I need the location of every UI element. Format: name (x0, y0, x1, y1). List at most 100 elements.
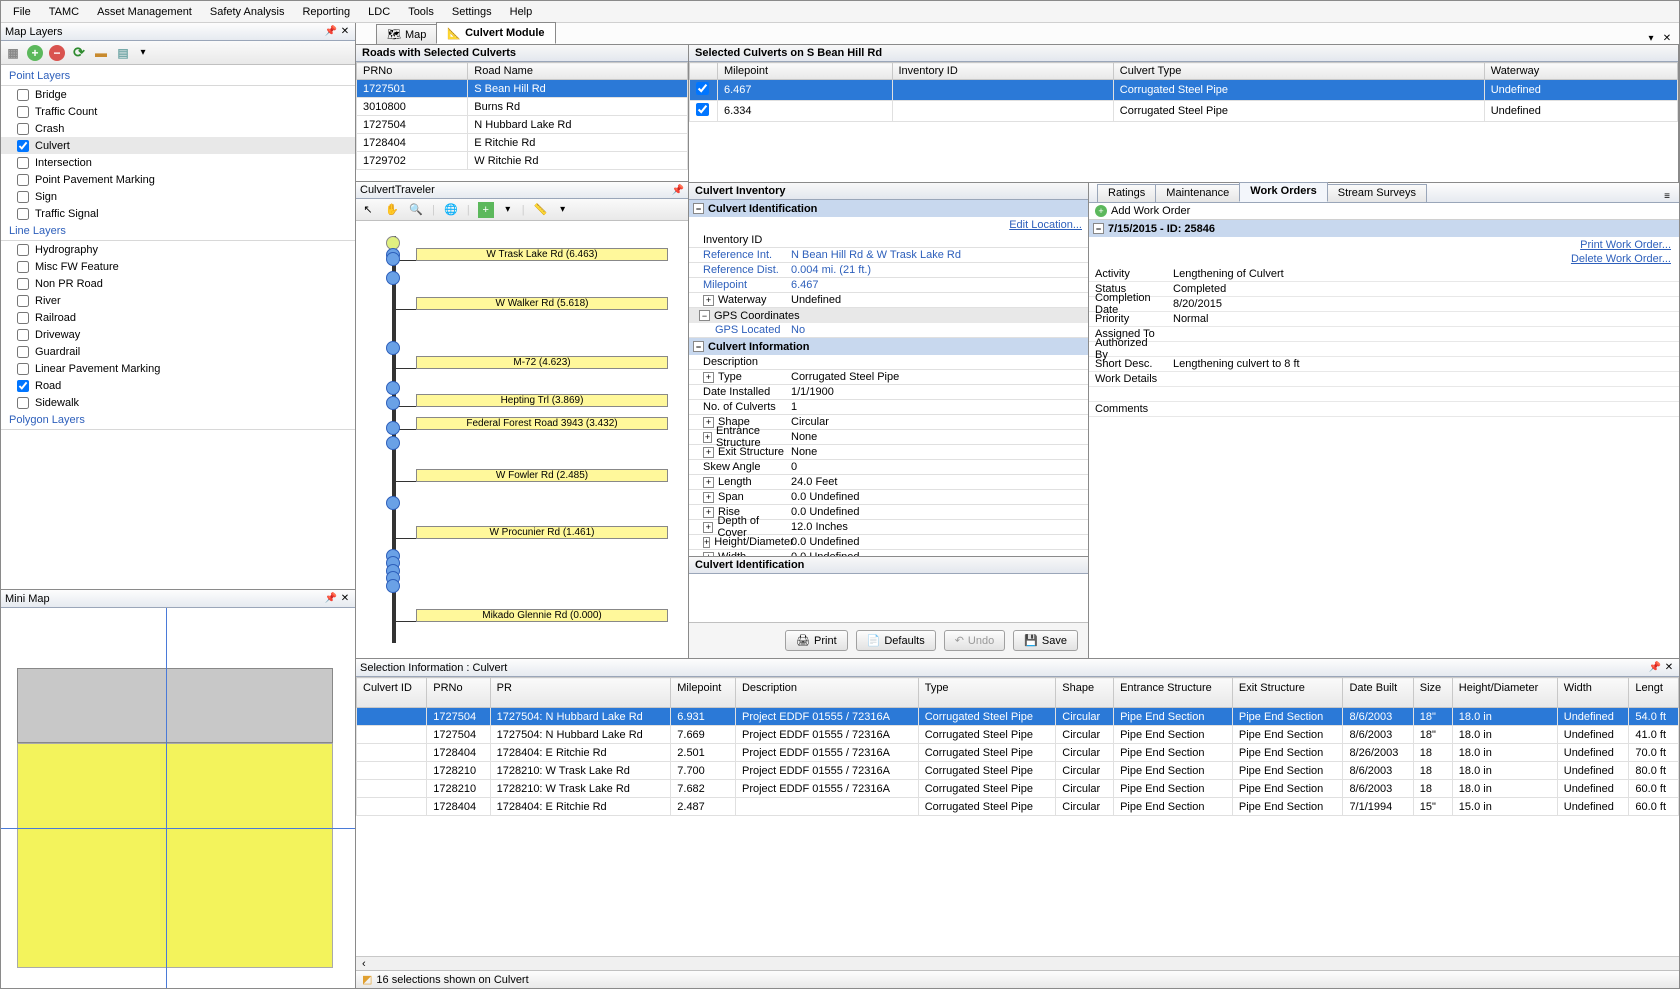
property-value[interactable]: N Bean Hill Rd & W Trask Lake Rd (787, 249, 1088, 261)
tab-menu-icon[interactable]: ▾ (1645, 32, 1657, 44)
expand-icon[interactable]: + (703, 372, 714, 383)
close-icon[interactable]: ✕ (339, 593, 351, 605)
tab-map[interactable]: 🗺 Map (376, 24, 437, 44)
collapse-icon[interactable]: − (693, 203, 704, 214)
wo-field-value[interactable]: Completed (1167, 282, 1679, 297)
pan-icon[interactable]: ✋ (384, 202, 400, 218)
column-header[interactable]: Lengt (1629, 678, 1679, 708)
column-header[interactable]: Culvert ID (357, 678, 427, 708)
layer-row[interactable]: River (1, 292, 355, 309)
wo-field-value[interactable]: Lengthening of Culvert (1167, 267, 1679, 282)
menu-tamc[interactable]: TAMC (41, 4, 87, 20)
col-waterway[interactable]: Waterway (1484, 63, 1677, 80)
tab-maintenance[interactable]: Maintenance (1155, 184, 1240, 202)
layer-row[interactable]: Bridge (1, 86, 355, 103)
property-value[interactable]: 24.0 Feet (787, 476, 1088, 488)
table-icon[interactable]: ▤ (115, 45, 131, 61)
save-button[interactable]: 💾Save (1013, 630, 1078, 651)
column-header[interactable]: Entrance Structure (1114, 678, 1233, 708)
layer-checkbox[interactable] (17, 191, 29, 203)
column-header[interactable]: Exit Structure (1232, 678, 1343, 708)
menu-safety[interactable]: Safety Analysis (202, 4, 293, 20)
tab-work-orders[interactable]: Work Orders (1239, 182, 1327, 202)
print-work-order-link[interactable]: Print Work Order... (1580, 239, 1671, 251)
layer-checkbox[interactable] (17, 363, 29, 375)
layer-checkbox[interactable] (17, 157, 29, 169)
menu-reporting[interactable]: Reporting (294, 4, 358, 20)
pin-icon[interactable]: 📌 (672, 184, 684, 196)
column-header[interactable]: PRNo (427, 678, 490, 708)
layer-row[interactable]: Misc FW Feature (1, 258, 355, 275)
wo-field-value[interactable] (1167, 402, 1679, 417)
layer-row[interactable]: Road (1, 377, 355, 394)
culvert-node[interactable] (386, 396, 400, 410)
col-culvtype[interactable]: Culvert Type (1113, 63, 1484, 80)
col-invid[interactable]: Inventory ID (892, 63, 1113, 80)
table-row[interactable]: 17284041728404: E Ritchie Rd2.487Corruga… (357, 798, 1679, 816)
traveler-canvas[interactable]: W Trask Lake Rd (6.463)W Walker Rd (5.61… (356, 221, 688, 658)
column-header[interactable]: Type (918, 678, 1056, 708)
table-row[interactable]: 17282101728210: W Trask Lake Rd7.682Proj… (357, 780, 1679, 798)
table-row[interactable]: 1727504N Hubbard Lake Rd (357, 116, 688, 134)
layer-row[interactable]: Hydrography (1, 241, 355, 258)
column-header[interactable]: Width (1557, 678, 1629, 708)
print-button[interactable]: 🖨Print (785, 630, 848, 651)
property-value[interactable]: Corrugated Steel Pipe (787, 371, 1088, 383)
expand-icon[interactable]: + (703, 522, 713, 533)
wo-field-value[interactable]: Normal (1167, 312, 1679, 327)
tab-ratings[interactable]: Ratings (1097, 184, 1156, 202)
table-row[interactable]: 1727501S Bean Hill Rd (357, 80, 688, 98)
layer-checkbox[interactable] (17, 346, 29, 358)
table-row[interactable]: 6.334Corrugated Steel PipeUndefined (690, 101, 1678, 122)
menu-settings[interactable]: Settings (444, 4, 500, 20)
layer-row[interactable]: Sign (1, 188, 355, 205)
layer-checkbox[interactable] (17, 278, 29, 290)
table-row[interactable]: 17275041727504: N Hubbard Lake Rd6.931Pr… (357, 708, 1679, 726)
property-value[interactable]: 6.467 (787, 279, 1088, 291)
property-value[interactable]: None (787, 446, 1088, 458)
measure-icon[interactable]: 📏 (533, 202, 549, 218)
dropdown-icon[interactable]: ▾ (502, 204, 514, 216)
property-value[interactable]: Circular (787, 416, 1088, 428)
table-row[interactable]: 6.467Corrugated Steel PipeUndefined (690, 80, 1678, 101)
menu-asset[interactable]: Asset Management (89, 4, 200, 20)
expand-icon[interactable]: + (703, 447, 714, 458)
layer-row[interactable]: Traffic Count (1, 103, 355, 120)
menu-file[interactable]: File (5, 4, 39, 20)
culvert-node[interactable] (386, 381, 400, 395)
collapse-icon[interactable]: − (699, 310, 710, 321)
wo-field-value[interactable]: Lengthening culvert to 8 ft (1167, 357, 1679, 372)
menu-help[interactable]: Help (502, 4, 541, 20)
dropdown-icon[interactable]: ▾ (557, 204, 569, 216)
column-header[interactable]: Date Built (1343, 678, 1413, 708)
defaults-button[interactable]: 📄Defaults (856, 630, 936, 651)
property-value[interactable]: 0.004 mi. (21 ft.) (787, 264, 1088, 276)
tab-culvert[interactable]: 📐 Culvert Module (436, 22, 555, 44)
column-header[interactable]: Shape (1056, 678, 1114, 708)
culvert-node[interactable] (386, 341, 400, 355)
layer-checkbox[interactable] (17, 380, 29, 392)
scroll-left-icon[interactable]: ‹ (362, 958, 366, 970)
layer-row[interactable]: Driveway (1, 326, 355, 343)
culvert-node[interactable] (386, 271, 400, 285)
refresh-icon[interactable]: ⟳ (71, 45, 87, 61)
property-value[interactable]: 12.0 Inches (787, 521, 1088, 533)
layer-checkbox[interactable] (17, 89, 29, 101)
mini-map-canvas[interactable] (1, 608, 355, 988)
wo-field-value[interactable] (1167, 372, 1679, 387)
column-header[interactable]: Description (735, 678, 918, 708)
wo-field-value[interactable] (1167, 387, 1679, 402)
expand-icon[interactable]: + (703, 492, 714, 503)
property-value[interactable]: 1/1/1900 (787, 386, 1088, 398)
layer-row[interactable]: Traffic Signal (1, 205, 355, 222)
row-checkbox[interactable] (696, 82, 709, 95)
tab-options-icon[interactable]: ≡ (1661, 190, 1673, 202)
layer-row[interactable]: Non PR Road (1, 275, 355, 292)
wo-field-value[interactable] (1167, 342, 1679, 357)
layer-row[interactable]: Culvert (1, 137, 355, 154)
culvert-node[interactable] (386, 579, 400, 593)
layer-row[interactable]: Intersection (1, 154, 355, 171)
layer-checkbox[interactable] (17, 312, 29, 324)
layer-row[interactable]: Railroad (1, 309, 355, 326)
layer-checkbox[interactable] (17, 208, 29, 220)
